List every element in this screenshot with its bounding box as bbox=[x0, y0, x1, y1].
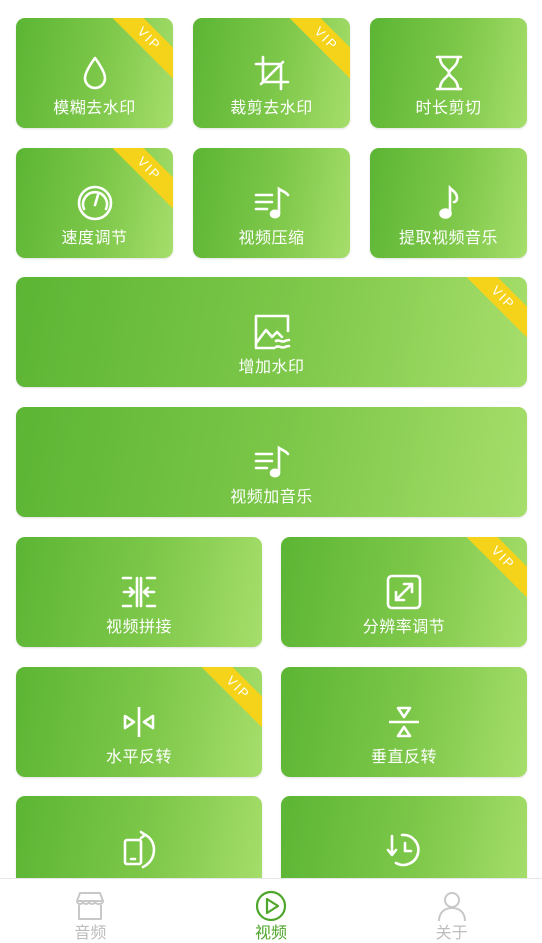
tile-label: 视频拼接 bbox=[105, 619, 172, 636]
bottom-tab-bar: 音频 视频 关于 bbox=[0, 878, 542, 942]
add-watermark-tile[interactable]: VIP 增加水印 bbox=[16, 277, 527, 387]
tile-label: 水平反转 bbox=[105, 749, 172, 766]
vip-ribbon: VIP bbox=[194, 667, 262, 732]
tool-row bbox=[16, 796, 527, 878]
resolution-tile[interactable]: VIP 分辨率调节 bbox=[281, 537, 527, 647]
duration-cut-tile[interactable]: 时长剪切 bbox=[370, 18, 527, 128]
reverse-tile[interactable] bbox=[281, 796, 527, 878]
tool-row: 视频加音乐 bbox=[16, 407, 527, 517]
tab-label: 音频 bbox=[74, 925, 107, 942]
tile-label: 速度调节 bbox=[61, 230, 128, 247]
extract-audio-tile[interactable]: 提取视频音乐 bbox=[370, 148, 527, 258]
music-note-icon bbox=[427, 181, 471, 225]
reverse-clock-icon bbox=[382, 828, 426, 872]
video-compress-tile[interactable]: 视频压缩 bbox=[193, 148, 350, 258]
tab-about[interactable]: 关于 bbox=[361, 879, 542, 942]
expand-icon bbox=[382, 570, 426, 614]
person-icon bbox=[435, 889, 469, 928]
image-icon bbox=[250, 310, 294, 354]
play-circle-icon bbox=[254, 889, 288, 928]
video-merge-tile[interactable]: 视频拼接 bbox=[16, 537, 262, 647]
hourglass-icon bbox=[427, 51, 471, 95]
add-music-tile[interactable]: 视频加音乐 bbox=[16, 407, 527, 517]
flip-vertical-tile[interactable]: 垂直反转 bbox=[281, 667, 527, 777]
music-list-icon bbox=[250, 440, 294, 484]
speed-adjust-tile[interactable]: VIP 速度调节 bbox=[16, 148, 173, 258]
tile-label: 视频压缩 bbox=[238, 230, 305, 247]
tool-row: VIP 模糊去水印 VIP 裁剪去水印 时长剪切 bbox=[16, 18, 527, 128]
tab-video[interactable]: 视频 bbox=[181, 879, 362, 942]
vip-ribbon: VIP bbox=[459, 537, 527, 602]
blur-watermark-tile[interactable]: VIP 模糊去水印 bbox=[16, 18, 173, 128]
vip-ribbon: VIP bbox=[459, 277, 527, 342]
tile-label: 增加水印 bbox=[238, 359, 305, 376]
speedometer-icon bbox=[73, 181, 117, 225]
tile-label: 时长剪切 bbox=[415, 100, 482, 117]
flip-horizontal-tile[interactable]: VIP 水平反转 bbox=[16, 667, 262, 777]
tool-row: VIP 增加水印 bbox=[16, 277, 527, 387]
tool-grid: VIP 模糊去水印 VIP 裁剪去水印 时长剪切 VIP 速度调节 视频压缩 提… bbox=[0, 0, 542, 878]
tool-row: VIP 速度调节 视频压缩 提取视频音乐 bbox=[16, 148, 527, 258]
tile-label: 垂直反转 bbox=[370, 749, 437, 766]
phone-rotate-icon bbox=[117, 828, 161, 872]
tool-row: 视频拼接 VIP 分辨率调节 bbox=[16, 537, 527, 647]
merge-icon bbox=[117, 570, 161, 614]
crop-watermark-tile[interactable]: VIP 裁剪去水印 bbox=[193, 18, 350, 128]
tile-label: 模糊去水印 bbox=[53, 100, 136, 117]
tile-label: 视频加音乐 bbox=[230, 489, 313, 506]
tile-label: 分辨率调节 bbox=[362, 619, 446, 636]
tile-label: 提取视频音乐 bbox=[398, 230, 498, 247]
tab-audio[interactable]: 音频 bbox=[0, 879, 181, 942]
tool-row: VIP 水平反转 垂直反转 bbox=[16, 667, 527, 777]
tab-label: 关于 bbox=[435, 925, 468, 942]
flip-horizontal-icon bbox=[117, 700, 161, 744]
tab-label: 视频 bbox=[255, 925, 288, 942]
store-icon bbox=[73, 889, 107, 928]
crop-icon bbox=[250, 51, 294, 95]
flip-vertical-icon bbox=[382, 700, 426, 744]
tile-label: 裁剪去水印 bbox=[230, 100, 313, 117]
music-list-icon bbox=[250, 181, 294, 225]
water-drop-icon bbox=[73, 51, 117, 95]
rotate-tile[interactable] bbox=[16, 796, 262, 878]
